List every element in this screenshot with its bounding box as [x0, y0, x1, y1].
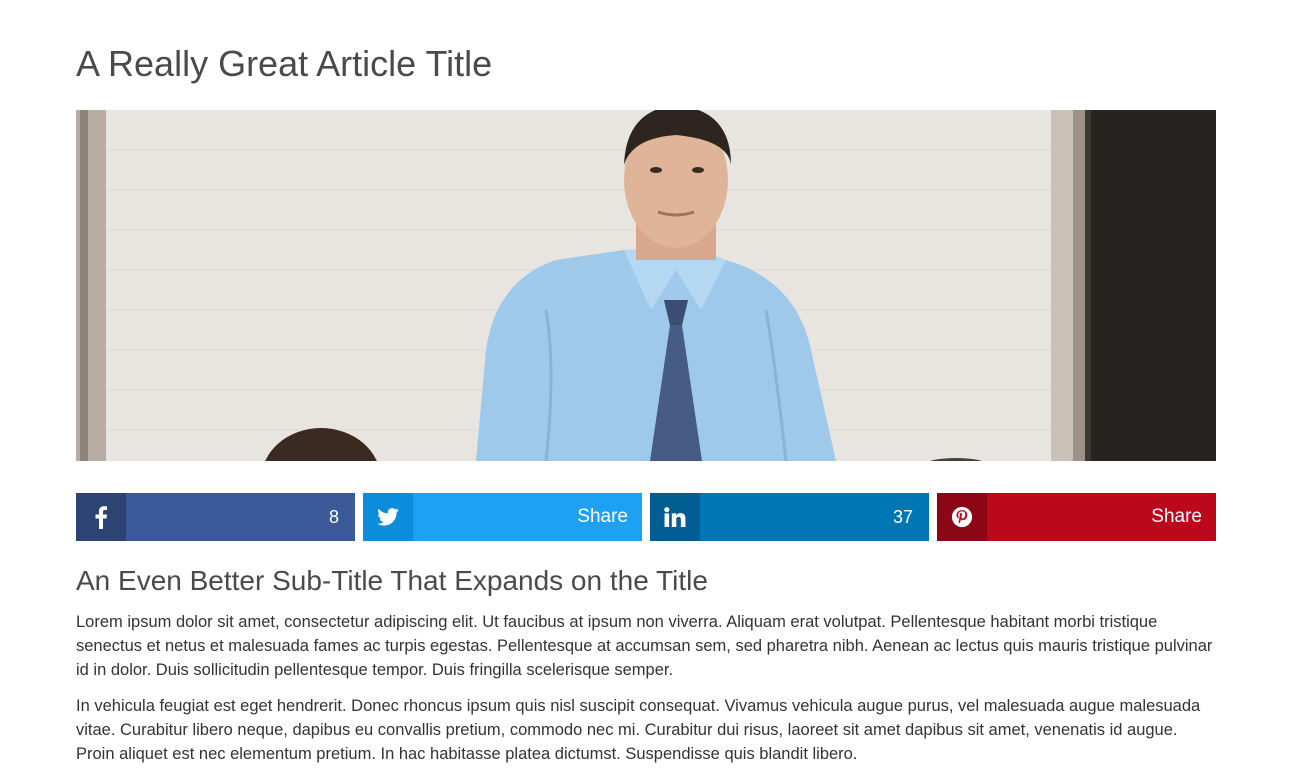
facebook-share-count: 8 — [328, 507, 339, 527]
pinterest-share-button[interactable]: Share — [937, 493, 1216, 541]
share-buttons: 8 Share 37 Share — [76, 493, 1216, 541]
twitter-icon — [363, 493, 413, 541]
article-title: A Really Great Article Title — [76, 43, 493, 84]
linkedin-share-button[interactable]: 37 — [650, 493, 929, 541]
article-paragraph: In vehicula feugiat est eget hendrerit. … — [76, 697, 1201, 763]
pinterest-share-label: Share — [1151, 506, 1202, 527]
facebook-icon — [76, 493, 126, 541]
article-paragraph: Lorem ipsum dolor sit amet, consectetur … — [76, 613, 1213, 679]
twitter-share-button[interactable]: Share — [363, 493, 642, 541]
linkedin-share-count: 37 — [892, 507, 913, 527]
article-subtitle: An Even Better Sub-Title That Expands on… — [76, 565, 708, 596]
linkedin-icon — [650, 493, 700, 541]
facebook-share-button[interactable]: 8 — [76, 493, 355, 541]
twitter-share-label: Share — [577, 506, 628, 527]
hero-image — [76, 110, 1216, 461]
pinterest-icon — [937, 493, 987, 541]
